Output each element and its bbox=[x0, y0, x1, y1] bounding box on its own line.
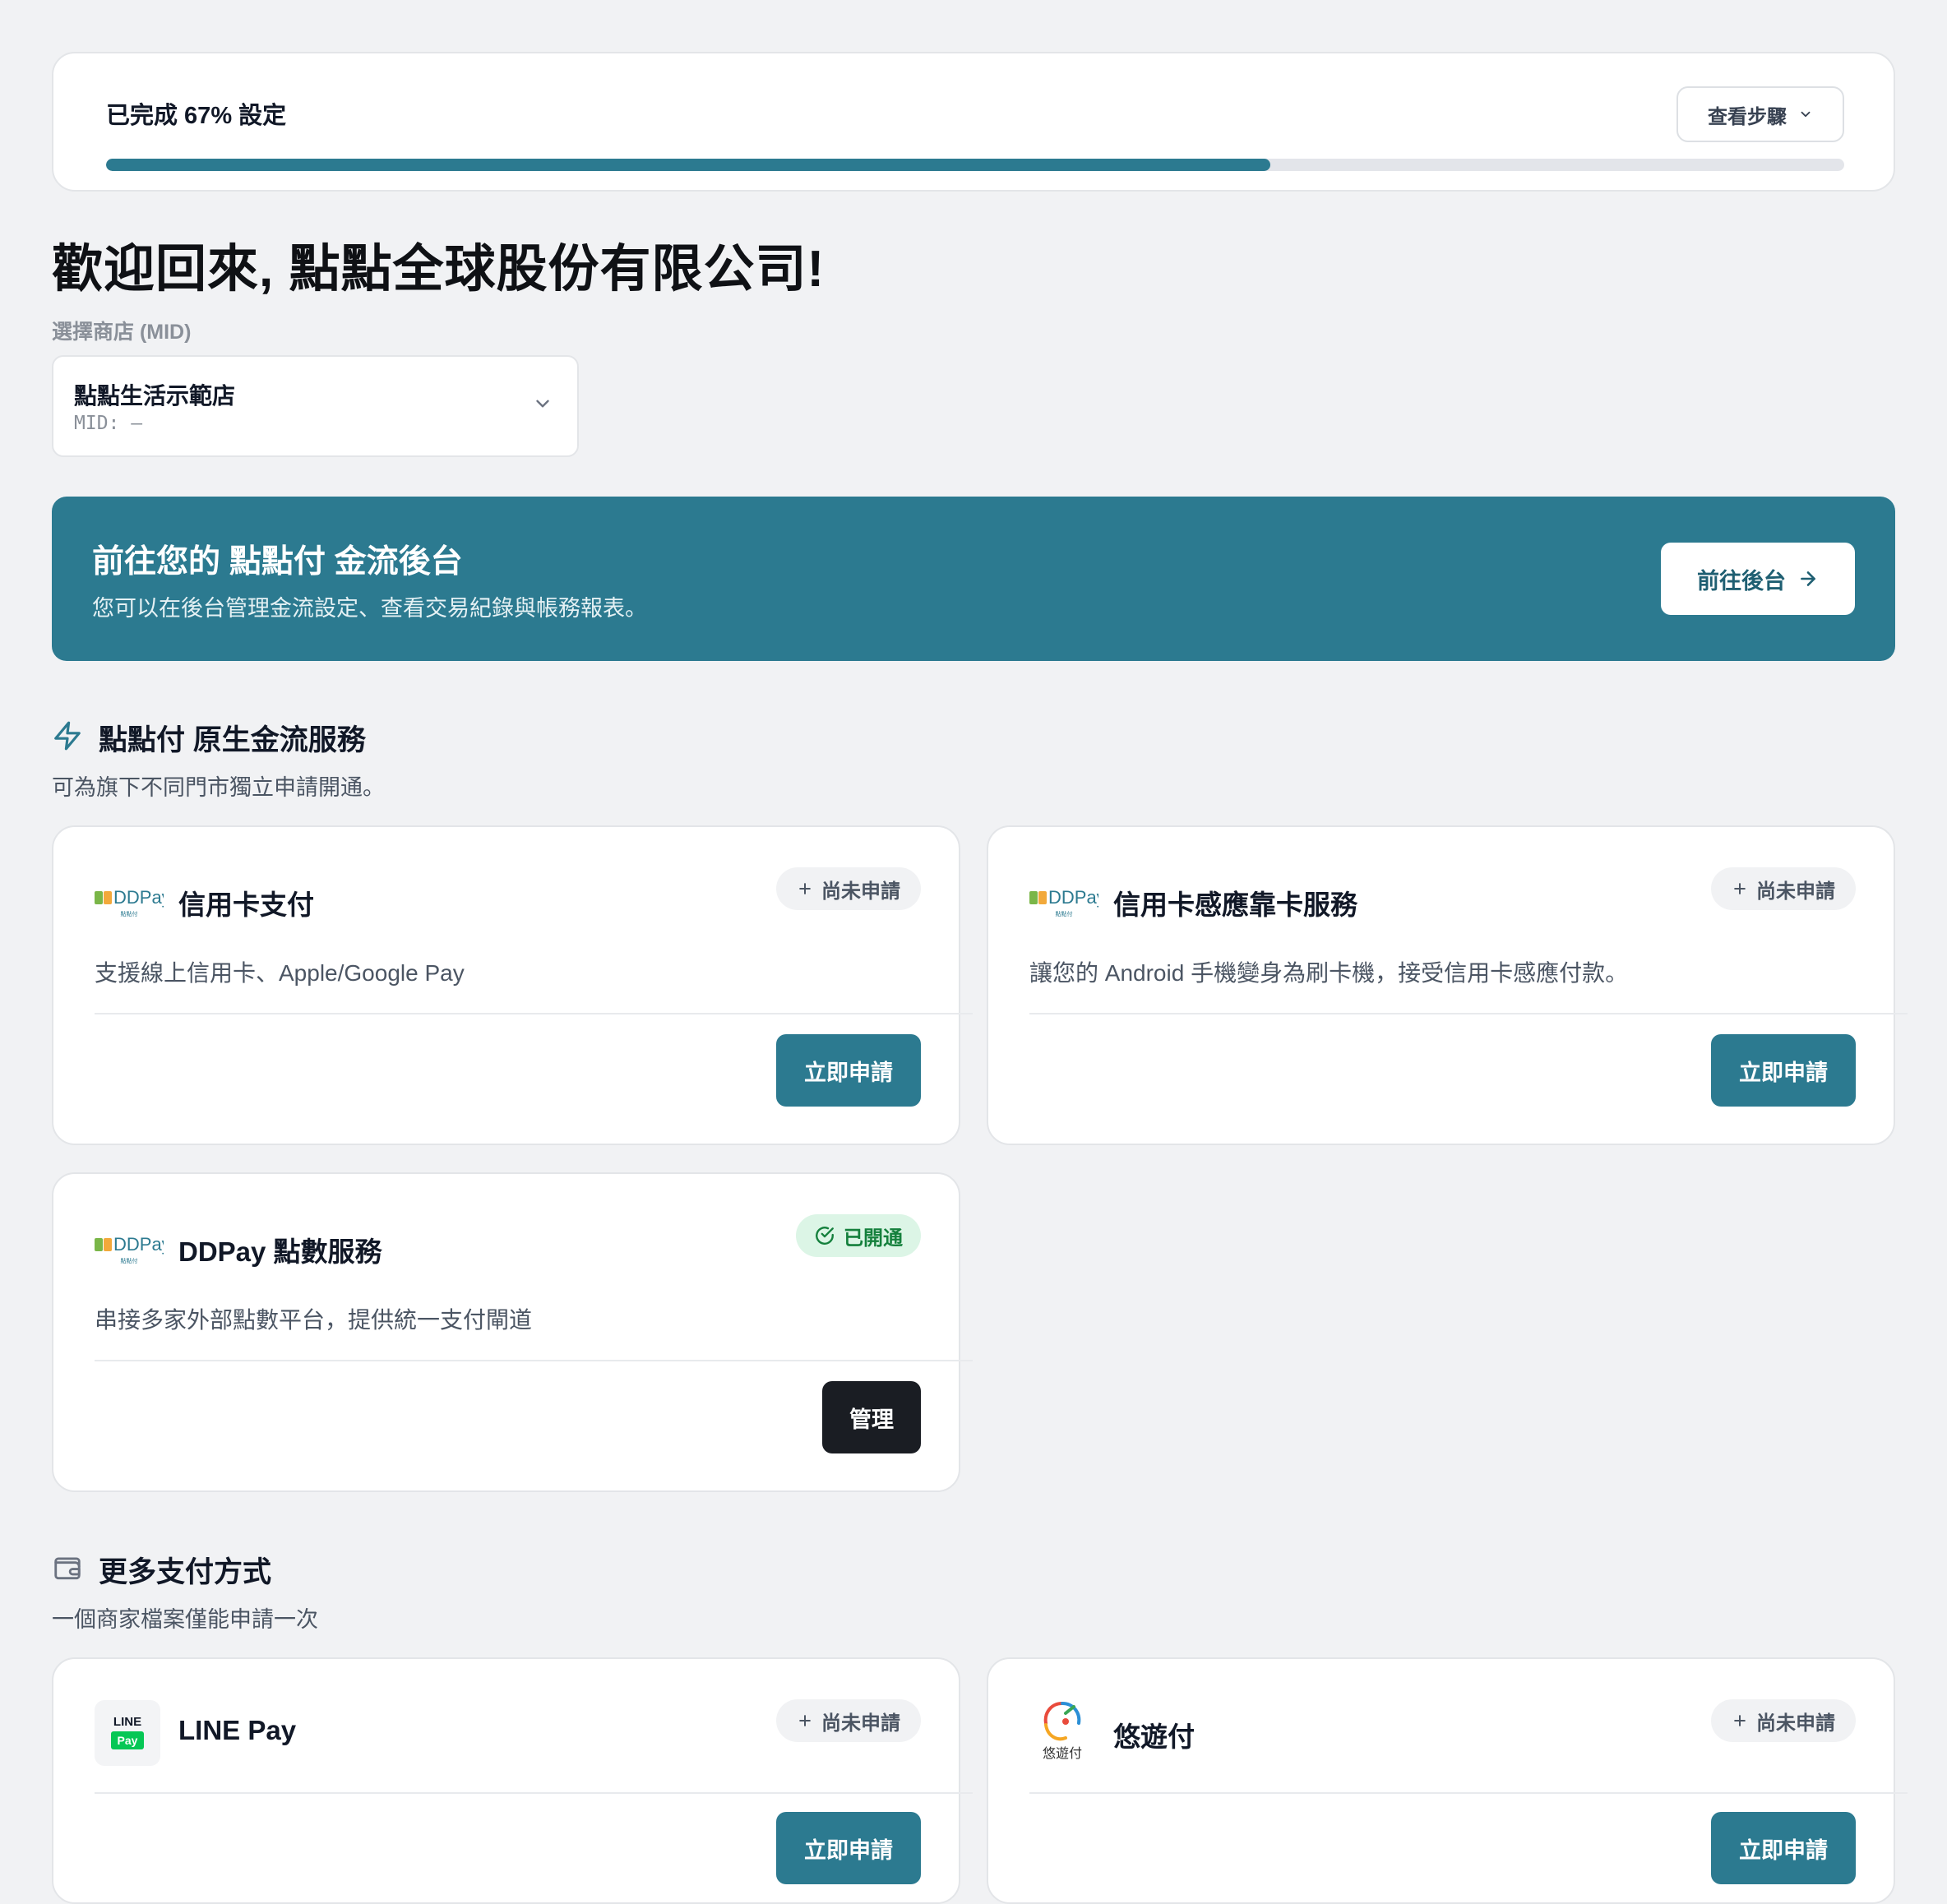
ddpay-logo: DDPay 點點付 bbox=[95, 887, 164, 917]
status-badge-label: 尚未申請 bbox=[821, 1712, 900, 1735]
banner-title: 前往您的 點點付 金流後台 bbox=[92, 544, 463, 580]
dashboard-banner: 前往您的 點點付 金流後台 您可以在後台管理金流設定、查看交易紀錄與帳務報表。 … bbox=[52, 497, 1895, 661]
view-steps-button[interactable]: 查看步驟 bbox=[1676, 86, 1844, 142]
service-card-tap-to-pay: DDPay 點點付 信用卡感應靠卡服務 尚未申請 讓您的 Android 手機變… bbox=[987, 825, 1908, 1145]
service-card-title: DDPay 點數服務 bbox=[178, 1236, 382, 1267]
more-section-subtitle: 一個商家檔案僅能申請一次 bbox=[52, 1607, 318, 1632]
payment-card-title: 悠遊付 bbox=[1113, 1721, 1195, 1752]
welcome-title: 歡迎回來, 點點全球股份有限公司! bbox=[52, 241, 826, 298]
service-card-title: 信用卡支付 bbox=[178, 890, 314, 920]
service-card-points: DDPay 點點付 DDPay 點數服務 已開通 串接多家外部點數平台，提供統一… bbox=[52, 1172, 973, 1492]
status-badge: 尚未申請 bbox=[776, 1699, 921, 1742]
status-badge: 已開通 bbox=[796, 1214, 921, 1257]
service-card-description: 串接多家外部點數平台，提供統一支付閘道 bbox=[95, 1307, 533, 1333]
card-divider bbox=[1029, 1013, 1908, 1014]
ddpay-logo: DDPay 點點付 bbox=[1029, 887, 1098, 917]
easywallet-logo: 悠遊付 bbox=[1043, 1702, 1082, 1761]
apply-button[interactable]: 立即申請 bbox=[776, 1812, 921, 1884]
progress-bar bbox=[106, 159, 1844, 171]
setup-progress-card: 已完成 67% 設定 查看步驟 bbox=[52, 52, 1895, 192]
view-steps-label: 查看步驟 bbox=[1708, 105, 1787, 128]
service-card-credit-card: DDPay 點點付 信用卡支付 尚未申請 支援線上信用卡、Apple/Googl… bbox=[52, 825, 973, 1145]
plus-icon bbox=[1734, 1715, 1746, 1726]
store-name: 點點生活示範店 bbox=[74, 383, 236, 409]
card-divider bbox=[95, 1792, 973, 1794]
ddpay-logo-text: DDPay bbox=[1048, 887, 1098, 908]
card-divider bbox=[1029, 1792, 1908, 1794]
card-divider bbox=[95, 1013, 973, 1014]
chevron-down-icon bbox=[1801, 111, 1811, 118]
payment-card-line-pay: LINE Pay LINE Pay 尚未申請 立即申請 bbox=[52, 1657, 973, 1904]
store-select-label: 選擇商店 (MID) bbox=[52, 321, 192, 344]
banner-subtitle: 您可以在後台管理金流設定、查看交易紀錄與帳務報表。 bbox=[92, 596, 647, 621]
line-pay-logo-text: LINE bbox=[113, 1715, 142, 1729]
payment-card-easywallet: 悠遊付 悠遊付 尚未申請 立即申請 bbox=[987, 1657, 1908, 1904]
store-mid: MID: – bbox=[74, 413, 143, 434]
store-select[interactable]: 點點生活示範店 MID: – bbox=[52, 355, 579, 457]
apply-button[interactable]: 立即申請 bbox=[776, 1034, 921, 1107]
ddpay-logo-text: DDPay bbox=[113, 887, 164, 908]
ddpay-logo-subtext: 點點付 bbox=[121, 1257, 138, 1264]
go-to-dashboard-button[interactable]: 前往後台 bbox=[1661, 543, 1855, 615]
apply-button[interactable]: 立即申請 bbox=[1711, 1812, 1856, 1884]
progress-bar-fill bbox=[106, 159, 1271, 171]
ddpay-logo-subtext: 點點付 bbox=[121, 910, 138, 917]
service-card-description: 支援線上信用卡、Apple/Google Pay bbox=[95, 960, 465, 986]
native-section-title: 點點付 原生金流服務 bbox=[99, 724, 366, 756]
ddpay-logo: DDPay 點點付 bbox=[95, 1234, 164, 1264]
apply-button[interactable]: 立即申請 bbox=[1711, 1034, 1856, 1107]
native-section-subtitle: 可為旗下不同門市獨立申請開通。 bbox=[52, 775, 385, 800]
check-circle-icon bbox=[816, 1227, 834, 1245]
card-divider bbox=[95, 1360, 973, 1361]
status-badge-label: 已開通 bbox=[844, 1227, 903, 1250]
line-pay-logo: LINE Pay bbox=[95, 1700, 160, 1766]
service-card-description: 讓您的 Android 手機變身為刷卡機，接受信用卡感應付款。 bbox=[1029, 960, 1629, 986]
service-card-title: 信用卡感應靠卡服務 bbox=[1113, 890, 1357, 920]
status-badge: 尚未申請 bbox=[776, 867, 921, 910]
status-badge-label: 尚未申請 bbox=[1756, 880, 1835, 903]
more-section-title: 更多支付方式 bbox=[99, 1556, 272, 1588]
lightning-icon bbox=[54, 721, 81, 751]
go-to-dashboard-label: 前往後台 bbox=[1697, 568, 1786, 594]
manage-button[interactable]: 管理 bbox=[822, 1381, 921, 1453]
ddpay-logo-text: DDPay bbox=[113, 1234, 164, 1255]
chevron-down-icon bbox=[536, 400, 549, 408]
payment-card-title: LINE Pay bbox=[178, 1715, 297, 1745]
plus-icon bbox=[799, 883, 811, 894]
arrow-right-icon bbox=[1801, 571, 1815, 586]
wallet-icon bbox=[54, 1557, 81, 1580]
plus-icon bbox=[799, 1715, 811, 1726]
line-pay-logo-badge: Pay bbox=[111, 1731, 144, 1749]
status-badge-label: 尚未申請 bbox=[821, 880, 900, 903]
status-badge: 尚未申請 bbox=[1711, 1699, 1856, 1742]
ddpay-logo-subtext: 點點付 bbox=[1056, 910, 1073, 917]
setup-progress-label: 已完成 67% 設定 bbox=[106, 103, 287, 129]
status-badge-label: 尚未申請 bbox=[1756, 1712, 1835, 1735]
easywallet-logo-text: 悠遊付 bbox=[1043, 1745, 1082, 1761]
plus-icon bbox=[1734, 883, 1746, 894]
status-badge: 尚未申請 bbox=[1711, 867, 1856, 910]
